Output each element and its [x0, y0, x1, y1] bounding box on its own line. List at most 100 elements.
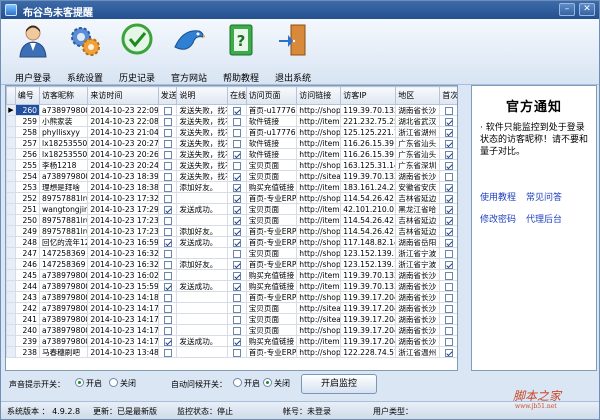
column-header[interactable]: 地区	[395, 86, 441, 105]
auto-reply-on-radio[interactable]: 开启	[233, 378, 260, 389]
table-row[interactable]: 240a7389798002014-10-23 14:17:30 宝贝页面http…	[6, 324, 457, 336]
link-faq[interactable]: 常见问答	[526, 190, 562, 203]
checkbox[interactable]	[445, 172, 454, 181]
link-tutorial[interactable]: 使用教程	[480, 190, 516, 203]
checkbox[interactable]	[232, 271, 241, 280]
checkbox[interactable]	[445, 216, 454, 225]
checkbox[interactable]	[163, 260, 172, 269]
checkbox[interactable]	[163, 271, 172, 280]
checkbox[interactable]	[163, 128, 172, 137]
checkbox[interactable]	[163, 326, 172, 335]
column-header[interactable]: 访问页面	[245, 86, 298, 105]
minimize-button[interactable]: –	[559, 3, 575, 16]
column-header[interactable]: 访问链接	[296, 86, 342, 105]
checkbox[interactable]	[163, 238, 172, 247]
auto-reply-off-radio[interactable]: 关闭	[263, 378, 290, 389]
checkbox[interactable]	[445, 205, 454, 214]
checkbox[interactable]	[163, 161, 172, 170]
table-row[interactable]: 248回忆的流年122014-10-23 16:59:51 发送成功。 首页-专业E…	[6, 236, 457, 248]
table-row[interactable]: 238马春穗刷吧2014-10-23 13:48:40 首页-专业ERPhttp:…	[6, 346, 457, 358]
checkbox[interactable]	[163, 139, 172, 148]
checkbox[interactable]	[163, 337, 172, 346]
checkbox[interactable]	[232, 216, 241, 225]
checkbox[interactable]	[445, 304, 454, 313]
sound-on-radio[interactable]: 开启	[75, 378, 102, 389]
table-row[interactable]: 2461472583692014-10-23 16:32:03 添加好友。 首页-专…	[6, 258, 457, 270]
table-row[interactable]: 239a7389798002014-10-23 14:17:18 发送成功。 购买充…	[6, 335, 457, 347]
checkbox[interactable]	[232, 238, 241, 247]
table-row[interactable]: 25289757881lrui2014-10-23 17:32:51 首页-专业E…	[6, 192, 457, 204]
checkbox[interactable]	[232, 260, 241, 269]
table-row[interactable]: ▶260a7389798002014-10-23 22:09:29 发送失败，找不…	[6, 104, 457, 116]
checkbox[interactable]	[232, 205, 241, 214]
checkbox[interactable]	[445, 161, 454, 170]
checkbox[interactable]	[163, 205, 172, 214]
checkbox[interactable]	[232, 106, 241, 115]
link-agent-backend[interactable]: 代理后台	[526, 212, 562, 225]
table-row[interactable]: 258phyllisxyy2014-10-23 21:04:50 发送失败，找不 首…	[6, 126, 457, 138]
checkbox[interactable]	[163, 106, 172, 115]
checkbox[interactable]	[445, 282, 454, 291]
table-row[interactable]: 254a7389798002014-10-23 18:39:20 发送失败，找不 宝…	[6, 170, 457, 182]
toolbar-exit[interactable]: 退出系统	[265, 23, 321, 84]
checkbox[interactable]	[232, 150, 241, 159]
checkbox[interactable]	[445, 106, 454, 115]
checkbox[interactable]	[163, 249, 172, 258]
table-row[interactable]: 244a7389798002014-10-23 15:59:36 发送成功。 购买充…	[6, 280, 457, 292]
column-header[interactable]: 发送状态	[157, 86, 178, 105]
sound-off-radio[interactable]: 关闭	[109, 378, 136, 389]
checkbox[interactable]	[163, 216, 172, 225]
table-row[interactable]: 243a7389798002014-10-23 14:18:26 首页-专业ERP…	[6, 291, 457, 303]
checkbox[interactable]	[163, 293, 172, 302]
checkbox[interactable]	[232, 172, 241, 181]
checkbox[interactable]	[232, 161, 241, 170]
checkbox[interactable]	[163, 172, 172, 181]
checkbox[interactable]	[163, 304, 172, 313]
table-row[interactable]: 241a7389798002014-10-23 14:17:30 宝贝页面http…	[6, 313, 457, 325]
column-header[interactable]: 说明	[176, 86, 228, 105]
table-row[interactable]: 257lx18253550882014-10-23 20:27:25 发送失败，找…	[6, 137, 457, 149]
checkbox[interactable]	[232, 194, 241, 203]
checkbox[interactable]	[163, 194, 172, 203]
checkbox[interactable]	[232, 337, 241, 346]
checkbox[interactable]	[232, 315, 241, 324]
table-row[interactable]: 255李杨12182014-10-23 20:24:06 发送失败，找不 宝贝页面h…	[6, 159, 457, 171]
checkbox[interactable]	[163, 150, 172, 159]
checkbox[interactable]	[445, 227, 454, 236]
checkbox[interactable]	[232, 117, 241, 126]
table-row[interactable]: 242a7389798002014-10-23 14:17:51 宝贝页面http…	[6, 302, 457, 314]
checkbox[interactable]	[445, 128, 454, 137]
checkbox[interactable]	[232, 139, 241, 148]
start-monitor-button[interactable]: 开启监控	[301, 374, 377, 394]
checkbox[interactable]	[232, 282, 241, 291]
link-change-password[interactable]: 修改密码	[480, 212, 516, 225]
column-header[interactable]: 访客IP	[340, 86, 397, 105]
checkbox[interactable]	[445, 260, 454, 269]
checkbox[interactable]	[163, 348, 172, 357]
checkbox[interactable]	[445, 271, 454, 280]
checkbox[interactable]	[445, 150, 454, 159]
checkbox[interactable]	[163, 282, 172, 291]
visitor-table[interactable]: 编号访客昵称来访时间发送状态说明在线状态访问页面访问链接访客IP地区首次 ▶26…	[5, 85, 458, 371]
table-row[interactable]: 24989757881lrui2014-10-23 17:23:30 添加好友。 首…	[6, 225, 457, 237]
checkbox[interactable]	[232, 293, 241, 302]
checkbox[interactable]	[232, 128, 241, 137]
table-row[interactable]: 25089757881lrui2014-10-23 17:23:47 宝贝页面ht…	[6, 214, 457, 226]
table-row[interactable]: 259小熊家装2014-10-23 22:08:01 发送失败，找不 软件链接htt…	[6, 115, 457, 127]
checkbox[interactable]	[163, 183, 172, 192]
column-header[interactable]: 访客昵称	[38, 86, 89, 105]
column-header[interactable]: 来访时间	[87, 86, 159, 105]
checkbox[interactable]	[232, 304, 241, 313]
checkbox[interactable]	[445, 139, 454, 148]
table-row[interactable]: 245a7389798002014-10-23 16:02:35 购买充值链接ht…	[6, 269, 457, 281]
checkbox[interactable]	[445, 238, 454, 247]
column-header[interactable]: 首次	[439, 86, 457, 105]
checkbox[interactable]	[445, 315, 454, 324]
column-header[interactable]: 编号	[14, 86, 40, 105]
checkbox[interactable]	[163, 227, 172, 236]
checkbox[interactable]	[445, 183, 454, 192]
checkbox[interactable]	[445, 194, 454, 203]
checkbox[interactable]	[445, 348, 454, 357]
table-row[interactable]: 253理想是拜啥2014-10-23 18:38:36 添加好友。 购买充值链接ht…	[6, 181, 457, 193]
checkbox[interactable]	[163, 315, 172, 324]
